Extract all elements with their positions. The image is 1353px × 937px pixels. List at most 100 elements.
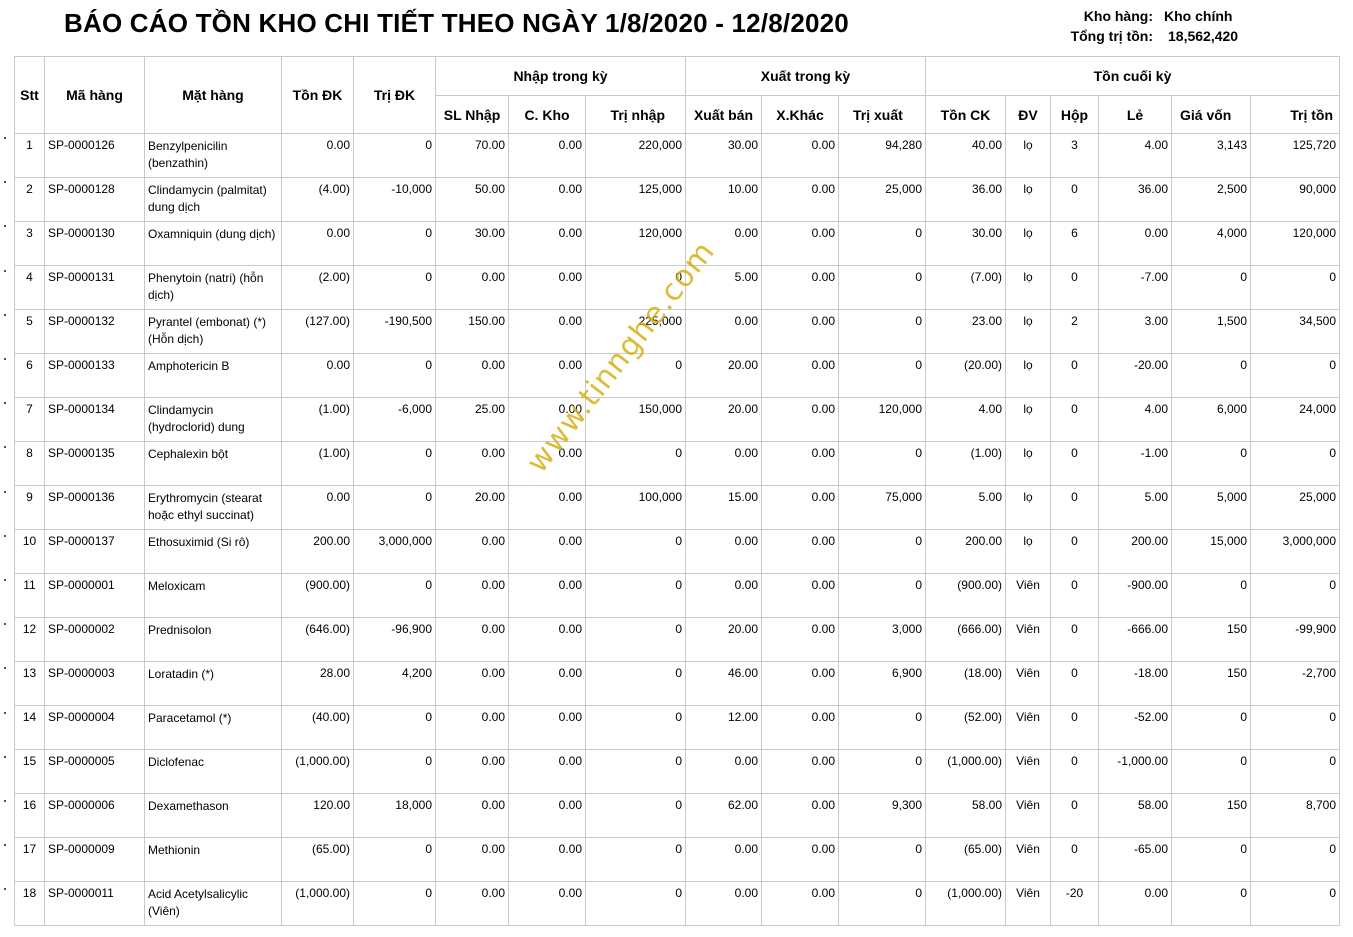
cell-unit: lọ bbox=[1005, 529, 1051, 574]
cell-unit: Viên bbox=[1005, 705, 1051, 750]
cell-in-qty: 0.00 bbox=[435, 617, 509, 662]
cell-in-qty: 30.00 bbox=[435, 221, 509, 266]
cell-open-qty: 28.00 bbox=[281, 661, 354, 706]
cell-unit: lọ bbox=[1005, 397, 1051, 442]
cell-open-qty: (900.00) bbox=[281, 573, 354, 618]
cell-cost: 0 bbox=[1171, 573, 1251, 618]
cell-end-value: 0 bbox=[1250, 265, 1340, 310]
cell-cost: 5,000 bbox=[1171, 485, 1251, 530]
table-row: 9 SP-0000136 Erythromycin (stearat hoặc et… bbox=[14, 485, 1340, 530]
cell-open-value: 0 bbox=[353, 705, 436, 750]
cell-in-value: 0 bbox=[585, 837, 686, 882]
cell-unit: Viên bbox=[1005, 837, 1051, 882]
cell-in-transfer: 0.00 bbox=[508, 177, 586, 222]
cell-stt: 17 bbox=[14, 837, 45, 882]
cell-in-qty: 20.00 bbox=[435, 485, 509, 530]
cell-open-value: 0 bbox=[353, 441, 436, 486]
cell-name: Clindamycin (palmitat) dung dịch bbox=[144, 177, 282, 222]
cell-name: Prednisolon bbox=[144, 617, 282, 662]
cell-unit: Viên bbox=[1005, 661, 1051, 706]
cell-open-qty: (40.00) bbox=[281, 705, 354, 750]
cell-out-value: 0 bbox=[838, 265, 926, 310]
cell-stt: 13 bbox=[14, 661, 45, 706]
header-out-other: X.Khác bbox=[761, 95, 839, 134]
cell-out-value: 0 bbox=[838, 837, 926, 882]
cell-out-sale: 0.00 bbox=[685, 837, 762, 882]
cell-out-value: 0 bbox=[838, 881, 926, 926]
cell-cost: 4,000 bbox=[1171, 221, 1251, 266]
cell-stt: 16 bbox=[14, 793, 45, 838]
cell-name: Meloxicam bbox=[144, 573, 282, 618]
cell-open-value: -190,500 bbox=[353, 309, 436, 354]
cell-end-value: 0 bbox=[1250, 573, 1340, 618]
cell-end-value: 8,700 bbox=[1250, 793, 1340, 838]
cell-code: SP-0000126 bbox=[44, 133, 145, 178]
margin-mark bbox=[4, 358, 6, 360]
table-row: 5 SP-0000132 Pyrantel (embonat) (*) (Hỗn d… bbox=[14, 309, 1340, 354]
header-in-transfer: C. Kho bbox=[508, 95, 586, 134]
margin-mark bbox=[4, 579, 6, 581]
cell-code: SP-0000134 bbox=[44, 397, 145, 442]
cell-end-qty: (900.00) bbox=[925, 573, 1006, 618]
cell-in-transfer: 0.00 bbox=[508, 441, 586, 486]
cell-open-value: 0 bbox=[353, 485, 436, 530]
margin-mark bbox=[4, 181, 6, 184]
cell-unit: lọ bbox=[1005, 441, 1051, 486]
cell-open-qty: 0.00 bbox=[281, 353, 354, 398]
cell-loose: 5.00 bbox=[1098, 485, 1172, 530]
cell-cost: 2,500 bbox=[1171, 177, 1251, 222]
cell-in-transfer: 0.00 bbox=[508, 529, 586, 574]
cell-loose: -1.00 bbox=[1098, 441, 1172, 486]
cell-in-transfer: 0.00 bbox=[508, 661, 586, 706]
cell-code: SP-0000003 bbox=[44, 661, 145, 706]
header-code: Mã hàng bbox=[44, 56, 145, 134]
cell-in-value: 0 bbox=[585, 573, 686, 618]
cell-in-transfer: 0.00 bbox=[508, 617, 586, 662]
cell-code: SP-0000011 bbox=[44, 881, 145, 926]
header-group-in: Nhập trong kỳ bbox=[435, 56, 686, 96]
cell-code: SP-0000006 bbox=[44, 793, 145, 838]
margin-mark bbox=[4, 402, 6, 405]
cell-name: Phenytoin (natri) (hỗn dịch) bbox=[144, 265, 282, 310]
cell-unit: Viên bbox=[1005, 793, 1051, 838]
margin-mark bbox=[4, 313, 6, 316]
cell-in-value: 0 bbox=[585, 749, 686, 794]
cell-in-qty: 0.00 bbox=[435, 793, 509, 838]
cell-name: Methionin bbox=[144, 837, 282, 882]
margin-mark bbox=[4, 844, 6, 847]
cell-in-qty: 50.00 bbox=[435, 177, 509, 222]
margin-mark bbox=[4, 667, 6, 670]
cell-stt: 12 bbox=[14, 617, 45, 662]
table-row: 1 SP-0000126 Benzylpenicilin (benzathin) 0.… bbox=[14, 133, 1340, 178]
cell-open-qty: (2.00) bbox=[281, 265, 354, 310]
cell-in-qty: 0.00 bbox=[435, 265, 509, 310]
cell-out-sale: 20.00 bbox=[685, 397, 762, 442]
cell-in-transfer: 0.00 bbox=[508, 705, 586, 750]
cell-unit: Viên bbox=[1005, 573, 1051, 618]
cell-out-other: 0.00 bbox=[761, 397, 839, 442]
cell-code: SP-0000004 bbox=[44, 705, 145, 750]
cell-unit: Viên bbox=[1005, 881, 1051, 926]
cell-open-value: 0 bbox=[353, 573, 436, 618]
table-body: 1 SP-0000126 Benzylpenicilin (benzathin) 0.… bbox=[14, 133, 1340, 926]
cell-cost: 150 bbox=[1171, 793, 1251, 838]
cell-open-value: 0 bbox=[353, 221, 436, 266]
cell-end-value: 120,000 bbox=[1250, 221, 1340, 266]
cell-stt: 7 bbox=[14, 397, 45, 442]
cell-loose: 0.00 bbox=[1098, 881, 1172, 926]
cell-out-other: 0.00 bbox=[761, 837, 839, 882]
cell-in-value: 220,000 bbox=[585, 133, 686, 178]
cell-in-transfer: 0.00 bbox=[508, 221, 586, 266]
cell-in-transfer: 0.00 bbox=[508, 353, 586, 398]
cell-open-value: -96,900 bbox=[353, 617, 436, 662]
cell-open-value: 0 bbox=[353, 133, 436, 178]
cell-loose: 58.00 bbox=[1098, 793, 1172, 838]
cell-in-value: 0 bbox=[585, 881, 686, 926]
cell-box: 0 bbox=[1050, 441, 1099, 486]
cell-in-qty: 0.00 bbox=[435, 573, 509, 618]
cell-out-value: 94,280 bbox=[838, 133, 926, 178]
cell-open-qty: (1,000.00) bbox=[281, 881, 354, 926]
cell-out-sale: 20.00 bbox=[685, 353, 762, 398]
cell-out-other: 0.00 bbox=[761, 749, 839, 794]
cell-out-value: 0 bbox=[838, 353, 926, 398]
